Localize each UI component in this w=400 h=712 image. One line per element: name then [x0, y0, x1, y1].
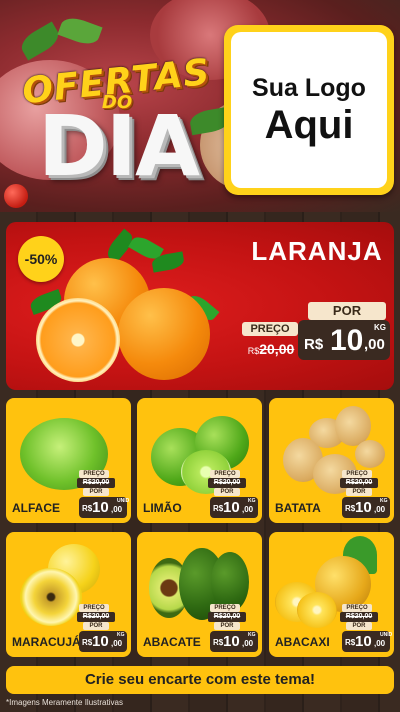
price-currency: R$ [82, 504, 93, 513]
price-box: R$ 10 ,00 UNID [342, 631, 393, 652]
por-label: POR [214, 488, 240, 496]
por-label: POR [346, 488, 372, 496]
old-price-currency: R$ [247, 346, 260, 356]
price-integer: 10 [330, 324, 364, 357]
price-integer: 10 [355, 499, 372, 516]
preco-label: PREÇO [79, 470, 109, 478]
price-currency: R$ [82, 638, 93, 647]
featured-product-card[interactable]: -50% LARANJA POR PREÇO R$20,00 R$ 10 ,00… [6, 222, 394, 390]
old-price: R$20,00 [240, 338, 302, 360]
preco-label: PREÇO [342, 604, 372, 612]
price-unit: UNID [117, 498, 130, 504]
passion-fruit-slice-image [20, 568, 82, 626]
price-box: R$ 10 ,00 KG [342, 497, 390, 518]
product-name: ALFACE [12, 501, 60, 515]
orange-image [118, 288, 210, 380]
old-price-value: R$20,00 [345, 613, 373, 620]
product-card-abacaxi[interactable]: ABACAXI PREÇO R$20,00 POR R$ 10 ,00 UNID [269, 532, 394, 657]
price-box: R$ 10 ,00 KG [210, 631, 258, 652]
old-price: R$20,00 [208, 478, 246, 488]
old-price-value: R$20,00 [213, 479, 241, 486]
price-integer: 10 [92, 633, 109, 650]
price-decimal: ,00 [242, 639, 254, 648]
header-banner: OFERTAS DO DIA Sua Logo Aqui [0, 0, 400, 212]
preco-label: PREÇO [210, 470, 240, 478]
price-decimal: ,00 [111, 505, 123, 514]
old-price-value: R$20,00 [82, 613, 110, 620]
product-name: MARACUJÁ [12, 635, 81, 649]
old-price: R$20,00 [77, 612, 115, 622]
por-label: POR [83, 622, 109, 630]
preco-label: PREÇO [242, 322, 298, 336]
price-box: R$ 10 ,00 KG [210, 497, 258, 518]
price-unit: UNID [380, 632, 393, 638]
price-currency: R$ [213, 638, 224, 647]
price-currency: R$ [213, 504, 224, 513]
price-decimal: ,00 [111, 639, 123, 648]
price-currency: R$ [345, 504, 356, 513]
price-unit: KG [380, 498, 388, 504]
title-dia: DIA [38, 97, 200, 195]
discount-badge: -50% [18, 236, 64, 282]
preco-label: PREÇO [342, 470, 372, 478]
old-price-value: R$20,00 [82, 479, 110, 486]
product-card-abacate[interactable]: ABACATE PREÇO R$20,00 POR R$ 10 ,00 KG [137, 532, 262, 657]
price-box: R$ 10 ,00 UNID [79, 497, 130, 518]
product-card-alface[interactable]: ALFACE PREÇO R$20,00 POR R$ 10 ,00 UNID [6, 398, 131, 523]
old-price-value: R$20,00 [345, 479, 373, 486]
price-integer: 10 [92, 499, 109, 516]
product-name: BATATA [275, 501, 321, 515]
old-price: R$20,00 [208, 612, 246, 622]
price-integer: 10 [223, 499, 240, 516]
product-card-batata[interactable]: BATATA PREÇO R$20,00 POR R$ 10 ,00 KG [269, 398, 394, 523]
cta-banner[interactable]: Crie seu encarte com este tema! [6, 666, 394, 694]
old-price-value: 20,00 [259, 341, 295, 357]
potato-image [355, 440, 385, 468]
price-decimal: ,00 [364, 336, 385, 353]
logo-text-line1: Sua Logo [252, 73, 366, 102]
product-card-limao[interactable]: LIMÃO PREÇO R$20,00 POR R$ 10 ,00 KG [137, 398, 262, 523]
preco-label: PREÇO [79, 604, 109, 612]
disclaimer-text: *Imagens Meramente Ilustrativas [6, 698, 123, 707]
por-label: POR [214, 622, 240, 630]
logo-text-line2: Aqui [264, 102, 354, 147]
herb-leaf-icon [57, 13, 103, 49]
price-currency: R$ [345, 638, 356, 647]
orange-slice-image [36, 298, 120, 382]
pineapple-slice-image [297, 592, 337, 628]
por-label: POR [346, 622, 372, 630]
price-unit: KG [248, 632, 256, 638]
price-unit: KG [374, 323, 386, 332]
old-price: R$20,00 [340, 612, 378, 622]
logo-placeholder[interactable]: Sua Logo Aqui [224, 25, 394, 195]
old-price: R$20,00 [340, 478, 378, 488]
product-name: LIMÃO [143, 501, 182, 515]
price-decimal: ,00 [374, 639, 386, 648]
price-box: R$ 10 ,00 KG [298, 320, 390, 360]
old-price-value: R$20,00 [213, 613, 241, 620]
old-price: R$20,00 [77, 478, 115, 488]
featured-product-name: LARANJA [251, 236, 383, 266]
logo-inner: Sua Logo Aqui [231, 32, 387, 188]
product-name: ABACATE [143, 635, 201, 649]
price-unit: KG [248, 498, 256, 504]
por-label: POR [83, 488, 109, 496]
product-card-maracuja[interactable]: MARACUJÁ PREÇO R$20,00 POR R$ 10 ,00 KG [6, 532, 131, 657]
preco-label: PREÇO [210, 604, 240, 612]
price-currency: R$ [304, 336, 324, 353]
price-unit: KG [117, 632, 125, 638]
product-name: ABACAXI [275, 635, 330, 649]
price-box: R$ 10 ,00 KG [79, 631, 127, 652]
price-decimal: ,00 [242, 505, 254, 514]
avocado-image [211, 552, 249, 612]
herb-leaf-icon [17, 21, 63, 61]
price-integer: 10 [223, 633, 240, 650]
price-decimal: ,00 [374, 505, 386, 514]
price-integer: 10 [355, 633, 372, 650]
por-label: POR [308, 302, 386, 320]
flyer-page: OFERTAS DO DIA Sua Logo Aqui -50% LARANJ… [0, 0, 400, 712]
